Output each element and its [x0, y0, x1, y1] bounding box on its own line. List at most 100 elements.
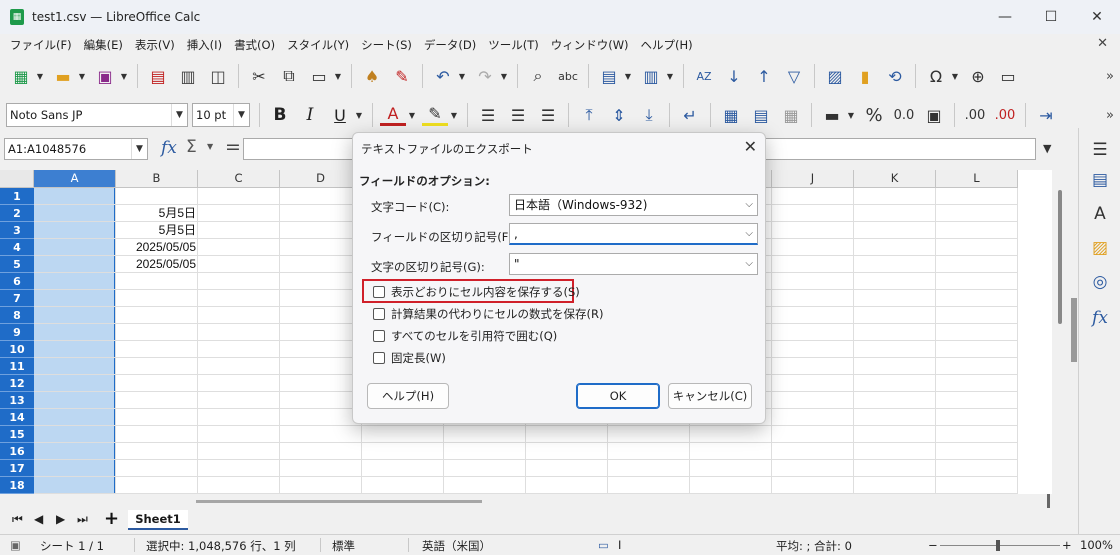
chevron-down-icon[interactable]: ⌵	[745, 224, 753, 244]
zoom-in-icon[interactable]: +	[1062, 538, 1072, 552]
align-middle-icon[interactable]: ⇕	[606, 102, 632, 128]
expand-formula-icon[interactable]: ▼	[1043, 142, 1051, 155]
row-header-2[interactable]: 2	[0, 205, 34, 222]
paste-icon[interactable]: ▭	[306, 63, 332, 89]
row-header-14[interactable]: 14	[0, 409, 34, 426]
find-replace-icon[interactable]: ⌕	[525, 63, 551, 89]
comment-icon[interactable]: ▭	[995, 63, 1021, 89]
styles-icon[interactable]: A	[1088, 202, 1112, 226]
menu-help[interactable]: ヘルプ(H)	[635, 37, 699, 53]
navigator-icon[interactable]: ◎	[1088, 270, 1112, 294]
align-left-icon[interactable]: ☰	[475, 102, 501, 128]
redo-icon[interactable]: ↷	[472, 63, 498, 89]
row-header-4[interactable]: 4	[0, 239, 34, 256]
pivot-table-icon[interactable]: ⟲	[882, 63, 908, 89]
column-header-k[interactable]: K	[854, 170, 936, 188]
row-header-8[interactable]: 8	[0, 307, 34, 324]
undo-icon[interactable]: ↶	[430, 63, 456, 89]
chevron-down-icon[interactable]: ▼	[171, 104, 187, 126]
save-icon[interactable]: ▣	[92, 63, 118, 89]
checkbox-box[interactable]	[373, 352, 385, 364]
column-header-l[interactable]: L	[936, 170, 1018, 188]
row-header-15[interactable]: 15	[0, 426, 34, 443]
function-wizard-icon[interactable]: fx	[161, 138, 177, 158]
gallery-icon[interactable]: ▨	[1088, 236, 1112, 260]
special-character-icon[interactable]: Ω	[923, 63, 949, 89]
add-decimal-button[interactable]: .00	[962, 102, 988, 128]
row-header-9[interactable]: 9	[0, 324, 34, 341]
column-header-d[interactable]: D	[280, 170, 362, 188]
clone-formatting-icon[interactable]: ♠	[359, 63, 385, 89]
row-dropdown-icon[interactable]: ▼	[622, 63, 634, 89]
sort-descending-icon[interactable]: ↑	[751, 63, 777, 89]
currency-icon[interactable]: ▬	[819, 102, 845, 128]
checkbox-box[interactable]	[373, 308, 385, 320]
name-box[interactable]: A1:A1048576 ▼	[4, 138, 148, 160]
zoom-level[interactable]: 100%	[1080, 538, 1113, 552]
cancel-button[interactable]: キャンセル(C)	[668, 383, 752, 409]
charset-select[interactable]: 日本語（Windows-932) ⌵	[509, 194, 758, 216]
row-header-3[interactable]: 3	[0, 222, 34, 239]
row-header-7[interactable]: 7	[0, 290, 34, 307]
save-as-shown-checkbox[interactable]: 表示どおりにセル内容を保存する(S)	[373, 284, 580, 300]
zoom-out-icon[interactable]: −	[928, 538, 938, 552]
save-formulas-checkbox[interactable]: 計算結果の代わりにセルの数式を保存(R)	[373, 306, 603, 322]
insert-chart-icon[interactable]: ▮	[852, 63, 878, 89]
column-header-c[interactable]: C	[198, 170, 280, 188]
merge-cells-icon[interactable]: ▦	[718, 102, 744, 128]
functions-icon[interactable]: fx	[1088, 306, 1112, 330]
first-sheet-icon[interactable]: ⏮	[12, 512, 23, 527]
undo-dropdown-icon[interactable]: ▼	[456, 63, 468, 89]
quote-all-cells-checkbox[interactable]: すべてのセルを引用符で囲む(Q)	[373, 328, 557, 344]
spelling-icon[interactable]: abc	[555, 63, 581, 89]
hyperlink-icon[interactable]: ⊕	[965, 63, 991, 89]
select-all-corner[interactable]	[0, 170, 34, 188]
properties-icon[interactable]: ▤	[1088, 168, 1112, 192]
field-separator-select[interactable]: , ⌵	[509, 223, 758, 245]
close-window-button[interactable]: ✕	[1074, 0, 1120, 34]
row-header-6[interactable]: 6	[0, 273, 34, 290]
font-color-icon[interactable]: A	[380, 104, 406, 126]
menu-styles[interactable]: スタイル(Y)	[281, 37, 355, 53]
font-name-combo[interactable]: Noto Sans JP ▼	[6, 103, 188, 127]
page-style[interactable]: 標準	[332, 538, 355, 554]
menu-view[interactable]: 表示(V)	[129, 37, 181, 53]
redo-dropdown-icon[interactable]: ▼	[498, 63, 510, 89]
date-format-icon[interactable]: ▣	[921, 102, 947, 128]
dialog-close-button[interactable]: ✕	[744, 137, 757, 156]
row-header-17[interactable]: 17	[0, 460, 34, 477]
close-document-icon[interactable]: ✕	[1097, 36, 1108, 51]
column-header-a[interactable]: A	[34, 170, 116, 188]
menu-format[interactable]: 書式(O)	[228, 37, 281, 53]
italic-button[interactable]: I	[297, 102, 323, 128]
toolbar-overflow-icon[interactable]: »	[1106, 108, 1114, 123]
open-dropdown-icon[interactable]: ▼	[76, 63, 88, 89]
clear-formatting-icon[interactable]: ✎	[389, 63, 415, 89]
menu-sheet[interactable]: シート(S)	[355, 37, 418, 53]
underline-dropdown-icon[interactable]: ▼	[353, 102, 365, 128]
row-header-5[interactable]: 5	[0, 256, 34, 273]
sheet-tab-sheet1[interactable]: Sheet1	[128, 510, 188, 530]
last-sheet-icon[interactable]: ⏭	[77, 512, 88, 527]
menu-icon[interactable]: ☰	[1088, 138, 1112, 162]
copy-icon[interactable]: ⧉	[276, 63, 302, 89]
underline-button[interactable]: U	[327, 102, 353, 128]
highlight-dropdown-icon[interactable]: ▼	[448, 102, 460, 128]
print-icon[interactable]: ▥	[175, 63, 201, 89]
maximize-button[interactable]: ☐	[1028, 0, 1074, 34]
new-dropdown-icon[interactable]: ▼	[34, 63, 46, 89]
merge-center-icon[interactable]: ▤	[748, 102, 774, 128]
autofilter-icon[interactable]: ▽	[781, 63, 807, 89]
row-header-18[interactable]: 18	[0, 477, 34, 494]
menu-file[interactable]: ファイル(F)	[4, 37, 78, 53]
chevron-down-icon[interactable]: ▼	[131, 139, 147, 159]
language[interactable]: 英語（米国）	[422, 538, 491, 554]
next-sheet-icon[interactable]: ▶	[56, 512, 65, 526]
insert-image-icon[interactable]: ▨	[822, 63, 848, 89]
menu-edit[interactable]: 編集(E)	[78, 37, 129, 53]
minimize-button[interactable]: —	[982, 0, 1028, 34]
sort-ascending-icon[interactable]: ↓	[721, 63, 747, 89]
row-header-12[interactable]: 12	[0, 375, 34, 392]
column-header-j[interactable]: J	[772, 170, 854, 188]
align-center-icon[interactable]: ☰	[505, 102, 531, 128]
